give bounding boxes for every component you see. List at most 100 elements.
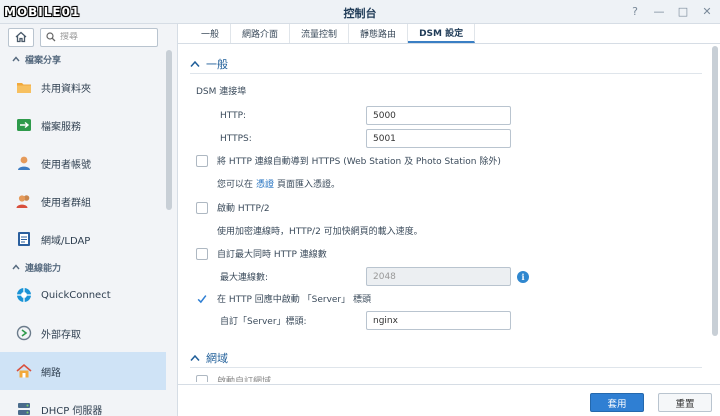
sidebar-item-label: 使用者帳號 — [41, 159, 91, 171]
max-connections-field-label: 最大連線數: — [220, 273, 269, 283]
sidebar-item-dhcp-server[interactable]: DHCP 伺服器 — [0, 390, 166, 416]
sidebar-item-label: 檔案服務 — [41, 121, 81, 133]
sidebar-item-external-access[interactable]: 外部存取 — [0, 314, 166, 352]
custom-server-header-label: 自訂「Server」標頭: — [220, 317, 307, 327]
max-connections-field-row: 最大連線數: 2048 i — [190, 267, 529, 286]
sidebar-item-label: 使用者群組 — [41, 197, 91, 209]
custom-domain-label: 啟動自訂網域 — [217, 377, 272, 382]
redirect-https-label: 將 HTTP 連線自動導到 HTTPS (Web Station 及 Photo… — [217, 157, 501, 167]
section-general-header[interactable]: 一般 — [190, 54, 702, 74]
home-icon — [15, 31, 27, 43]
custom-domain-checkbox[interactable] — [196, 374, 208, 382]
custom-domain-row: 啟動自訂網域 — [190, 374, 271, 382]
http-label: HTTP: — [220, 110, 247, 121]
user-group-icon — [16, 193, 32, 209]
max-connections-checkbox[interactable] — [196, 247, 208, 260]
section-label: 檔案分享 — [25, 55, 62, 66]
sidebar-item-label: 外部存取 — [41, 329, 81, 341]
tab-bar: 一般 網路介面 流量控制 靜態路由 DSM 設定 — [178, 24, 720, 44]
home-button[interactable] — [8, 27, 34, 47]
help-icon[interactable]: ? — [628, 4, 642, 18]
info-icon[interactable]: i — [517, 270, 529, 283]
chevron-up-icon — [190, 59, 200, 69]
redirect-https-row: 將 HTTP 連線自動導到 HTTPS (Web Station 及 Photo… — [190, 154, 501, 167]
sidebar-scrollbar[interactable] — [166, 50, 172, 210]
certificate-link[interactable]: 憑證 — [256, 177, 274, 190]
tab-general[interactable]: 一般 — [190, 24, 232, 43]
http2-row: 啟動 HTTP/2 — [190, 201, 270, 214]
checkmark-icon — [197, 294, 207, 303]
certificate-hint-text-after: 頁面匯入憑證。 — [277, 180, 341, 190]
content-scrollbar[interactable] — [712, 46, 718, 336]
custom-server-header-field[interactable]: nginx — [366, 311, 511, 330]
reset-button[interactable]: 重置 — [658, 393, 712, 412]
sidebar-item-file-services[interactable]: 檔案服務 — [0, 106, 166, 144]
http-port-field[interactable]: 5000 — [366, 106, 511, 125]
tab-dsm-settings[interactable]: DSM 設定 — [408, 24, 476, 43]
sidebar-item-quickconnect[interactable]: QuickConnect — [0, 276, 166, 314]
user-icon — [16, 155, 32, 171]
title-bar: MOBILE01 控制台 ? — □ ✕ — [0, 0, 720, 24]
redirect-https-checkbox[interactable] — [196, 154, 208, 167]
minimize-icon[interactable]: — — [652, 4, 666, 18]
http-port-row: HTTP: 5000 — [190, 106, 511, 125]
http2-checkbox[interactable] — [196, 201, 208, 214]
dsm-port-label: DSM 連接埠 — [196, 87, 247, 97]
https-port-row: HTTPS: 5001 — [190, 129, 511, 148]
section-file-sharing[interactable]: 檔案分享 — [0, 50, 177, 68]
server-header-row: 在 HTTP 回應中啟動 「Server」 標頭 — [190, 292, 371, 305]
chevron-up-icon — [12, 56, 20, 62]
tab-static-route[interactable]: 靜態路由 — [349, 24, 409, 43]
sidebar-item-user[interactable]: 使用者帳號 — [0, 144, 166, 182]
max-connections-label: 自訂最大同時 HTTP 連線數 — [217, 250, 327, 260]
search-icon — [46, 32, 56, 42]
http2-label: 啟動 HTTP/2 — [217, 204, 270, 214]
sidebar: 檔案分享 共用資料夾 檔案服務 使用者帳號 使用者群組 網域/LDAP 連線能力… — [0, 24, 178, 416]
file-services-icon — [16, 117, 32, 133]
chevron-up-icon — [190, 353, 200, 363]
http2-description: 使用加密連線時，HTTP/2 可加快網頁的載入速度。 — [217, 227, 423, 237]
sidebar-item-network[interactable]: 網路 — [0, 352, 166, 390]
sidebar-item-label: DHCP 伺服器 — [41, 405, 103, 416]
section-domain-header[interactable]: 網域 — [190, 348, 702, 368]
footer-bar: 套用 重置 — [178, 384, 720, 416]
sidebar-item-label: 共用資料夾 — [41, 83, 91, 95]
max-connections-field[interactable]: 2048 — [366, 267, 511, 286]
dhcp-server-icon — [16, 401, 32, 416]
sidebar-item-shared-folder[interactable]: 共用資料夾 — [0, 68, 166, 106]
sidebar-toolbar — [0, 24, 177, 50]
sidebar-item-domain-ldap[interactable]: 網域/LDAP — [0, 220, 166, 258]
custom-server-header-row: 自訂「Server」標頭: nginx — [190, 311, 511, 330]
section-label: 連線能力 — [25, 263, 62, 274]
window-title: 控制台 — [343, 7, 377, 20]
apply-button[interactable]: 套用 — [590, 393, 644, 412]
sidebar-item-label: 網路 — [41, 367, 61, 379]
section-title: 網域 — [206, 351, 228, 365]
search-input[interactable] — [60, 32, 150, 42]
folder-icon — [16, 79, 32, 95]
settings-content: 一般 DSM 連接埠 HTTP: 5000 HTTPS: 5001 將 HTTP… — [190, 54, 702, 382]
tab-traffic-control[interactable]: 流量控制 — [290, 24, 350, 43]
external-access-icon — [16, 325, 32, 341]
section-connectivity[interactable]: 連線能力 — [0, 258, 177, 276]
max-connections-row: 自訂最大同時 HTTP 連線數 — [190, 247, 327, 260]
network-icon — [16, 363, 32, 379]
server-header-checkbox[interactable] — [196, 293, 208, 305]
maximize-icon[interactable]: □ — [676, 4, 690, 18]
chevron-up-icon — [12, 264, 20, 270]
quickconnect-icon — [16, 287, 32, 303]
server-header-label: 在 HTTP 回應中啟動 「Server」 標頭 — [217, 295, 371, 305]
certificate-hint: 您可以在 憑證 頁面匯入憑證。 — [217, 177, 340, 190]
sidebar-item-user-group[interactable]: 使用者群組 — [0, 182, 166, 220]
domain-ldap-icon — [16, 231, 32, 247]
sidebar-search[interactable] — [40, 27, 158, 47]
tab-network-interface[interactable]: 網路介面 — [231, 24, 291, 43]
sidebar-item-label: QuickConnect — [41, 289, 111, 301]
window-controls: ? — □ ✕ — [628, 4, 714, 18]
section-title: 一般 — [206, 57, 228, 71]
https-label: HTTPS: — [220, 133, 252, 144]
main-panel: 一般 網路介面 流量控制 靜態路由 DSM 設定 一般 DSM 連接埠 HTTP… — [178, 24, 720, 416]
https-port-field[interactable]: 5001 — [366, 129, 511, 148]
sidebar-item-label: 網域/LDAP — [41, 235, 91, 247]
close-icon[interactable]: ✕ — [700, 4, 714, 18]
